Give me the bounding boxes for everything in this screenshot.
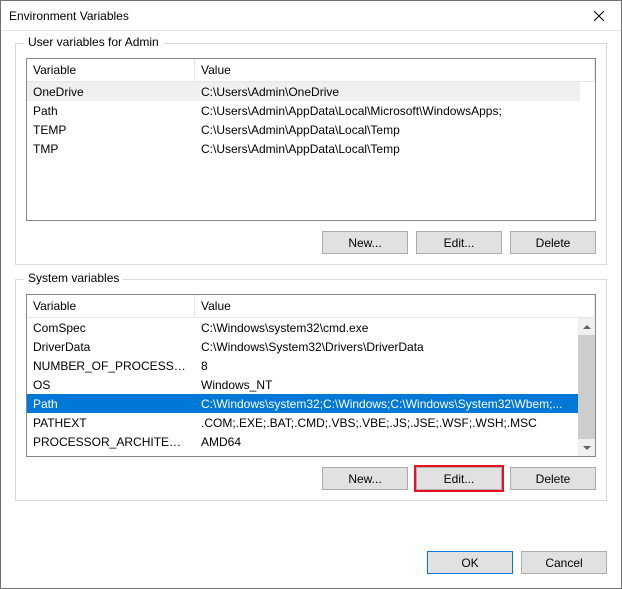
cell-variable: PROCESSOR_ARCHITECTURE — [27, 435, 195, 449]
system-list-header: Variable Value — [27, 295, 595, 318]
ok-button[interactable]: OK — [427, 551, 513, 574]
window-title: Environment Variables — [9, 9, 129, 23]
user-header-variable[interactable]: Variable — [27, 59, 195, 81]
system-edit-button[interactable]: Edit... — [416, 467, 502, 490]
user-delete-button[interactable]: Delete — [510, 231, 596, 254]
system-variables-list[interactable]: Variable Value ComSpec C:\Windows\system… — [26, 294, 596, 457]
cell-value: AMD64 — [195, 435, 580, 449]
cell-variable: Path — [27, 104, 195, 118]
user-row-tmp[interactable]: TMP C:\Users\Admin\AppData\Local\Temp — [27, 139, 580, 158]
environment-variables-dialog: Environment Variables User variables for… — [0, 0, 622, 589]
scroll-track[interactable] — [578, 335, 595, 439]
user-button-row: New... Edit... Delete — [26, 231, 596, 254]
user-group-title: User variables for Admin — [24, 35, 163, 49]
user-new-button[interactable]: New... — [322, 231, 408, 254]
cell-variable: TEMP — [27, 123, 195, 137]
system-row-pathext[interactable]: PATHEXT .COM;.EXE;.BAT;.CMD;.VBS;.VBE;.J… — [27, 413, 580, 432]
cell-value: C:\Users\Admin\OneDrive — [195, 85, 580, 99]
cell-variable: DriverData — [27, 340, 195, 354]
chevron-down-icon — [583, 444, 591, 452]
cell-value: 8 — [195, 359, 580, 373]
system-row-procarch[interactable]: PROCESSOR_ARCHITECTURE AMD64 — [27, 432, 580, 451]
system-header-variable[interactable]: Variable — [27, 295, 195, 317]
system-button-row: New... Edit... Delete — [26, 467, 596, 490]
cancel-button[interactable]: Cancel — [521, 551, 607, 574]
user-variables-group: User variables for Admin Variable Value … — [15, 43, 607, 265]
user-row-path[interactable]: Path C:\Users\Admin\AppData\Local\Micros… — [27, 101, 580, 120]
system-list-scrollbar[interactable] — [578, 318, 595, 456]
user-row-temp[interactable]: TEMP C:\Users\Admin\AppData\Local\Temp — [27, 120, 580, 139]
cell-variable: ComSpec — [27, 321, 195, 335]
cell-variable: TMP — [27, 142, 195, 156]
cell-variable: Path — [27, 397, 195, 411]
system-group-title: System variables — [24, 271, 123, 285]
dialog-footer: OK Cancel — [1, 547, 621, 588]
system-list-body: ComSpec C:\Windows\system32\cmd.exe Driv… — [27, 318, 595, 456]
scroll-thumb[interactable] — [578, 335, 595, 439]
cell-value: C:\Users\Admin\AppData\Local\Microsoft\W… — [195, 104, 580, 118]
close-icon — [594, 11, 604, 21]
cell-variable: NUMBER_OF_PROCESSORS — [27, 359, 195, 373]
close-button[interactable] — [576, 1, 621, 30]
dialog-content: User variables for Admin Variable Value … — [1, 31, 621, 547]
cell-variable: OneDrive — [27, 85, 195, 99]
user-list-body: OneDrive C:\Users\Admin\OneDrive Path C:… — [27, 82, 595, 220]
system-header-value[interactable]: Value — [195, 295, 595, 317]
cell-value: Windows_NT — [195, 378, 580, 392]
cell-value: C:\Users\Admin\AppData\Local\Temp — [195, 142, 580, 156]
cell-value: .COM;.EXE;.BAT;.CMD;.VBS;.VBE;.JS;.JSE;.… — [195, 416, 580, 430]
scroll-up-button[interactable] — [578, 318, 595, 335]
system-row-numprocessors[interactable]: NUMBER_OF_PROCESSORS 8 — [27, 356, 580, 375]
system-variables-group: System variables Variable Value ComSpec … — [15, 279, 607, 501]
cell-value: C:\Windows\system32\cmd.exe — [195, 321, 580, 335]
cell-variable: PATHEXT — [27, 416, 195, 430]
chevron-up-icon — [583, 323, 591, 331]
system-delete-button[interactable]: Delete — [510, 467, 596, 490]
system-row-driverdata[interactable]: DriverData C:\Windows\System32\Drivers\D… — [27, 337, 580, 356]
user-list-header: Variable Value — [27, 59, 595, 82]
cell-value: C:\Windows\System32\Drivers\DriverData — [195, 340, 580, 354]
scroll-down-button[interactable] — [578, 439, 595, 456]
user-variables-list[interactable]: Variable Value OneDrive C:\Users\Admin\O… — [26, 58, 596, 221]
user-header-value[interactable]: Value — [195, 59, 595, 81]
system-new-button[interactable]: New... — [322, 467, 408, 490]
system-row-comspec[interactable]: ComSpec C:\Windows\system32\cmd.exe — [27, 318, 580, 337]
user-row-onedrive[interactable]: OneDrive C:\Users\Admin\OneDrive — [27, 82, 580, 101]
system-row-path[interactable]: Path C:\Windows\system32;C:\Windows;C:\W… — [27, 394, 580, 413]
cell-variable: OS — [27, 378, 195, 392]
cell-value: C:\Windows\system32;C:\Windows;C:\Window… — [195, 397, 580, 411]
user-edit-button[interactable]: Edit... — [416, 231, 502, 254]
system-row-os[interactable]: OS Windows_NT — [27, 375, 580, 394]
cell-value: C:\Users\Admin\AppData\Local\Temp — [195, 123, 580, 137]
titlebar: Environment Variables — [1, 1, 621, 31]
